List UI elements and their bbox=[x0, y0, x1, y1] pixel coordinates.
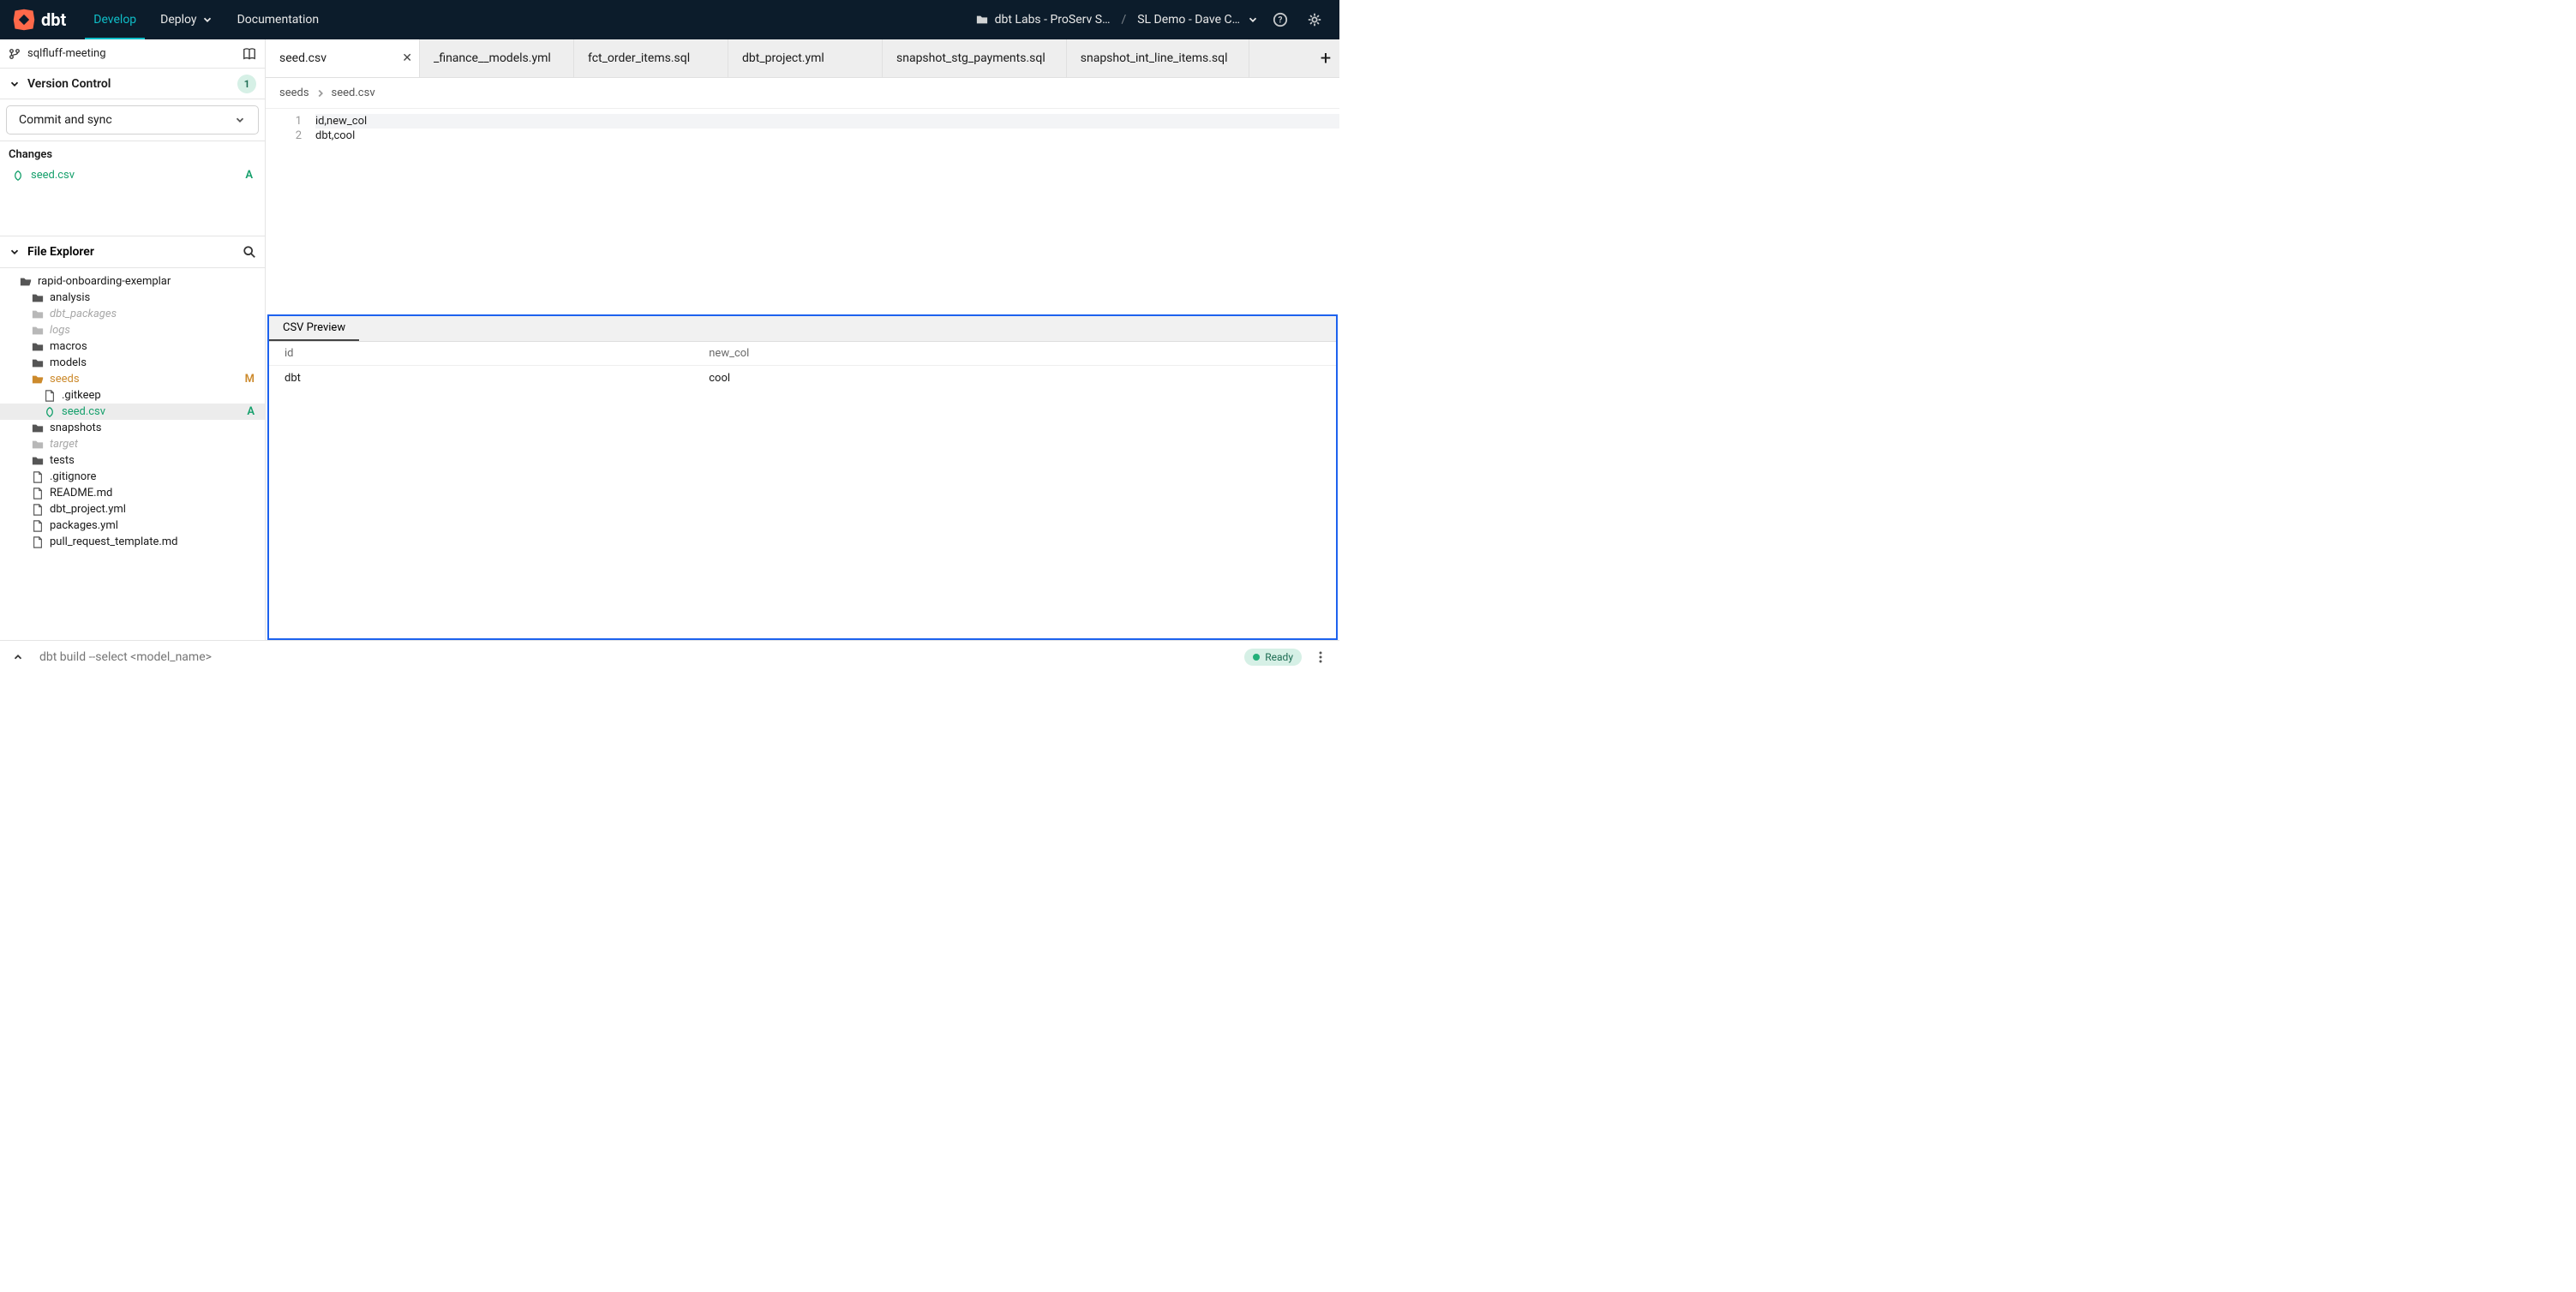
command-bar: Ready bbox=[0, 640, 1339, 673]
tree-item[interactable]: seed.csvA bbox=[0, 404, 265, 420]
tree-item[interactable]: models bbox=[0, 355, 265, 371]
book-icon[interactable] bbox=[243, 47, 256, 61]
chevron-down-icon bbox=[201, 14, 213, 26]
top-navbar: dbt Develop Deploy Documentation dbt Lab… bbox=[0, 0, 1339, 39]
project-name: SL Demo - Dave C… bbox=[1137, 13, 1240, 27]
line-number-gutter: 12 bbox=[266, 109, 310, 314]
tree-item[interactable]: snapshots bbox=[0, 420, 265, 436]
logo-text: dbt bbox=[41, 9, 66, 30]
logo[interactable]: dbt bbox=[12, 8, 66, 32]
tree-item[interactable]: README.md bbox=[0, 485, 265, 501]
csv-preview-panel: CSV Preview idnew_col dbtcool bbox=[267, 314, 1338, 640]
kebab-menu-icon[interactable] bbox=[1314, 650, 1327, 664]
editor-tab[interactable]: dbt_project.yml bbox=[728, 39, 883, 77]
tree-item[interactable]: target bbox=[0, 436, 265, 452]
org-project-crumb[interactable]: dbt Labs - ProServ S… / SL Demo - Dave C… bbox=[976, 13, 1259, 27]
folder-icon bbox=[32, 292, 44, 304]
table-row: dbtcool bbox=[269, 366, 1336, 392]
chevron-down-icon bbox=[1247, 14, 1259, 26]
tree-item[interactable]: rapid-onboarding-exemplar bbox=[0, 273, 265, 290]
gear-icon bbox=[1307, 12, 1322, 27]
file-explorer-header[interactable]: File Explorer bbox=[0, 236, 265, 268]
file-icon bbox=[32, 504, 44, 516]
seed-icon bbox=[12, 170, 24, 182]
branch-row[interactable]: sqlfluff-meeting bbox=[0, 39, 265, 69]
version-control-header[interactable]: Version Control 1 bbox=[0, 69, 265, 99]
folder-open-icon bbox=[20, 276, 32, 288]
csv-preview-tab[interactable]: CSV Preview bbox=[269, 316, 359, 341]
tree-item[interactable]: .gitkeep bbox=[0, 387, 265, 404]
tree-item[interactable]: logs bbox=[0, 322, 265, 338]
git-branch-icon bbox=[9, 48, 21, 60]
chevron-down-icon bbox=[9, 246, 21, 258]
nav-deploy[interactable]: Deploy bbox=[152, 0, 221, 39]
help-icon: ? bbox=[1273, 12, 1288, 27]
nav-documentation[interactable]: Documentation bbox=[229, 0, 328, 39]
tree-item[interactable]: packages.yml bbox=[0, 517, 265, 534]
tree-item[interactable]: .gitignore bbox=[0, 469, 265, 485]
file-tree: rapid-onboarding-exemplaranalysisdbt_pac… bbox=[0, 268, 265, 555]
file-icon bbox=[32, 487, 44, 499]
tree-item[interactable]: analysis bbox=[0, 290, 265, 306]
command-input[interactable] bbox=[39, 650, 1244, 664]
csv-preview-table: idnew_col dbtcool bbox=[269, 342, 1336, 391]
tree-item[interactable]: tests bbox=[0, 452, 265, 469]
folder-icon bbox=[32, 357, 44, 369]
folder-icon bbox=[32, 308, 44, 320]
new-tab-button[interactable]: + bbox=[1312, 39, 1339, 77]
editor-area: seed.csv✕_finance__models.ymlfct_order_i… bbox=[266, 39, 1339, 640]
org-name: dbt Labs - ProServ S… bbox=[995, 13, 1111, 27]
chevron-down-icon bbox=[9, 78, 21, 90]
editor-tab[interactable]: _finance__models.yml bbox=[420, 39, 574, 77]
change-item[interactable]: seed.csvA bbox=[0, 166, 265, 184]
code-editor[interactable]: 12 id,new_coldbt,cool bbox=[266, 109, 1339, 314]
commit-and-sync-button[interactable]: Commit and sync bbox=[6, 105, 259, 135]
editor-tab[interactable]: snapshot_int_line_items.sql bbox=[1067, 39, 1249, 77]
sidebar: sqlfluff-meeting Version Control 1 Commi… bbox=[0, 39, 266, 640]
folder-icon bbox=[32, 422, 44, 434]
chevron-up-icon[interactable] bbox=[12, 651, 24, 663]
branch-name: sqlfluff-meeting bbox=[27, 47, 243, 60]
changes-label: Changes bbox=[0, 141, 265, 166]
editor-tab-bar: seed.csv✕_finance__models.ymlfct_order_i… bbox=[266, 39, 1339, 78]
tree-item[interactable]: dbt_project.yml bbox=[0, 501, 265, 517]
nav-develop[interactable]: Develop bbox=[85, 0, 145, 39]
code-body[interactable]: id,new_coldbt,cool bbox=[310, 109, 1339, 314]
file-icon bbox=[32, 471, 44, 483]
breadcrumb-segment[interactable]: seeds bbox=[279, 87, 309, 99]
file-icon bbox=[44, 390, 56, 402]
tree-item[interactable]: macros bbox=[0, 338, 265, 355]
breadcrumb-segment[interactable]: seed.csv bbox=[332, 87, 375, 99]
settings-button[interactable] bbox=[1302, 7, 1327, 33]
tree-item[interactable]: dbt_packages bbox=[0, 306, 265, 322]
editor-tab[interactable]: seed.csv✕ bbox=[266, 39, 420, 77]
folder-icon bbox=[976, 14, 988, 26]
folder-icon bbox=[32, 341, 44, 353]
editor-tab[interactable]: fct_order_items.sql bbox=[574, 39, 728, 77]
folder-icon bbox=[32, 439, 44, 451]
file-icon bbox=[32, 520, 44, 532]
status-dot-icon bbox=[1253, 654, 1260, 661]
chevron-down-icon bbox=[234, 114, 246, 126]
svg-text:?: ? bbox=[1279, 16, 1283, 26]
status-pill: Ready bbox=[1244, 649, 1302, 666]
tree-item[interactable]: seedsM bbox=[0, 371, 265, 387]
folder-open-icon bbox=[32, 374, 44, 386]
folder-icon bbox=[32, 455, 44, 467]
column-header: id bbox=[269, 342, 693, 366]
editor-breadcrumb: seeds seed.csv bbox=[266, 78, 1339, 109]
help-button[interactable]: ? bbox=[1267, 7, 1293, 33]
editor-tab[interactable]: snapshot_stg_payments.sql bbox=[883, 39, 1067, 77]
tree-item[interactable]: pull_request_template.md bbox=[0, 534, 265, 550]
search-icon[interactable] bbox=[243, 245, 256, 259]
vc-change-count: 1 bbox=[237, 75, 256, 93]
folder-icon bbox=[32, 325, 44, 337]
chevron-right-icon bbox=[315, 87, 326, 99]
column-header: new_col bbox=[693, 342, 1336, 366]
nav-links: Develop Deploy Documentation bbox=[85, 0, 327, 39]
close-icon[interactable]: ✕ bbox=[402, 51, 412, 65]
file-icon bbox=[32, 536, 44, 548]
dbt-logo-icon bbox=[12, 8, 36, 32]
seed-icon bbox=[44, 406, 56, 418]
